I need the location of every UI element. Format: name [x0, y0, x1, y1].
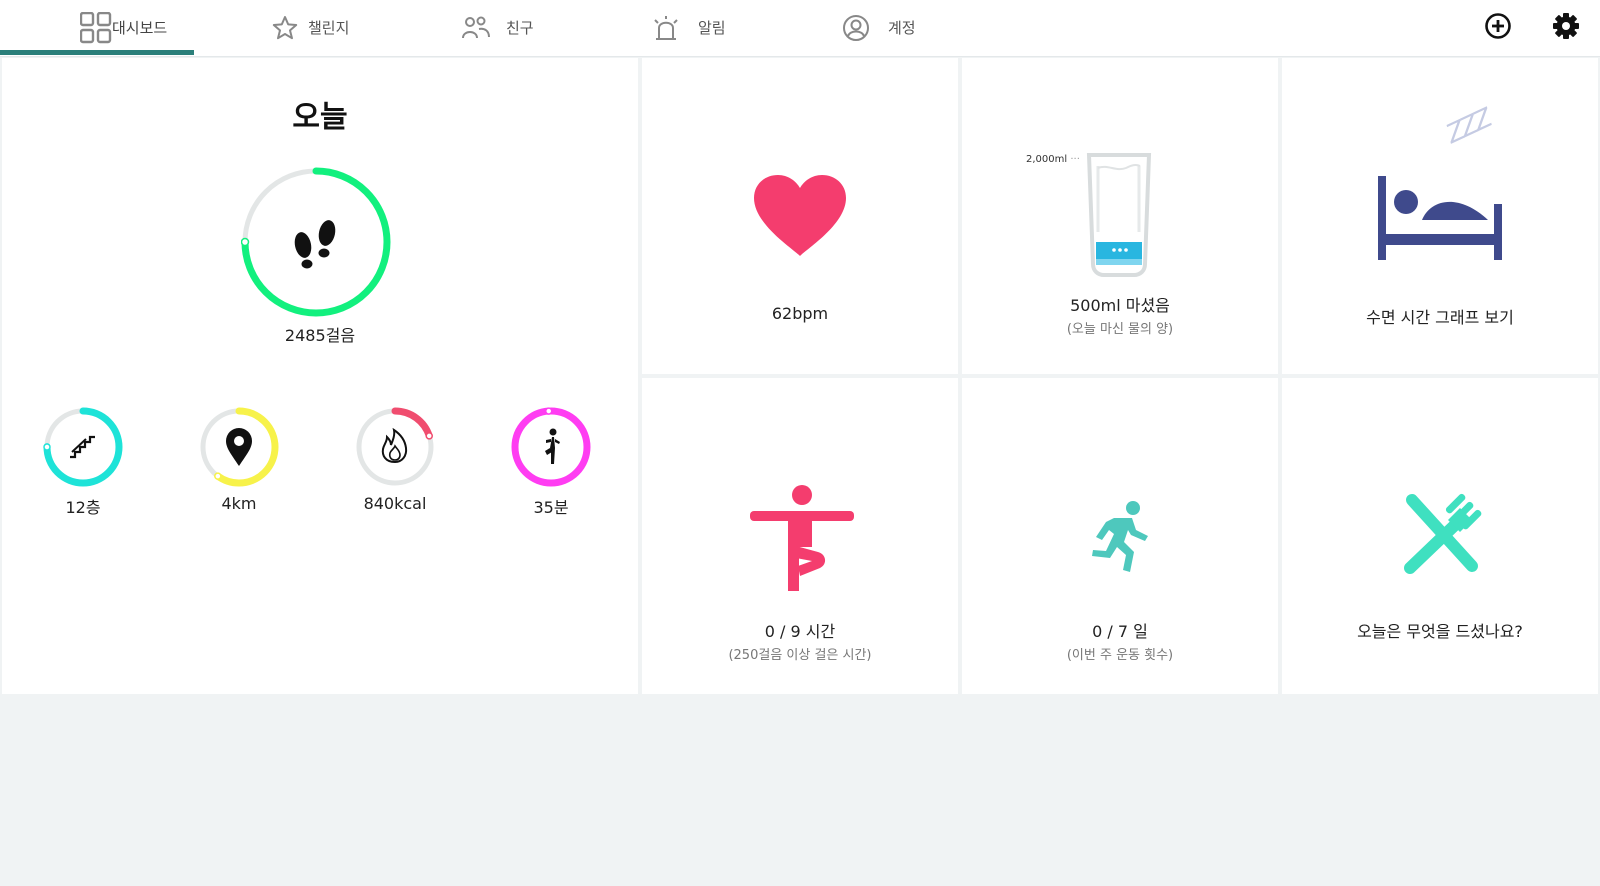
friends-icon — [462, 15, 490, 41]
zzz-text: ZZZ — [1441, 104, 1495, 150]
food-label: 오늘은 무엇을 드셨나요? — [1357, 622, 1523, 641]
exercise-days-tile[interactable]: 0 / 7 일 (이번 주 운동 횟수) — [962, 378, 1278, 694]
distance-metric[interactable]: 4km — [184, 406, 294, 513]
footprints-icon — [294, 220, 336, 269]
floors-label: 12층 — [65, 498, 101, 517]
floors-metric[interactable]: 12층 — [28, 406, 138, 518]
today-title: 오늘 — [292, 100, 348, 135]
top-navigation: 대시보드 챌린지 친구 알림 계정 — [0, 0, 1600, 57]
bed-icon — [1378, 176, 1502, 260]
heart-rate-tile[interactable]: 62bpm — [642, 58, 958, 374]
settings-button[interactable] — [1550, 12, 1582, 44]
heart-rate-label: 62bpm — [771, 304, 829, 323]
distance-label: 4km — [221, 494, 257, 513]
water-glass-icon — [1086, 153, 1152, 277]
water-tile[interactable]: 2,000ml ··· 500ml 마셨음 (오늘 마신 물의 양) — [962, 58, 1278, 374]
exercise-days-sub-label: (이번 주 운동 횟수) — [1066, 648, 1174, 663]
steps-ring[interactable] — [240, 167, 391, 321]
water-scale-label: 2,000ml ··· — [1026, 154, 1080, 165]
active-hours-sub-label: (250걸음 이상 걸은 시간) — [728, 648, 872, 663]
sleep-label: 수면 시간 그래프 보기 — [1366, 308, 1514, 327]
tab-alarm-label: 알림 — [698, 19, 726, 37]
exercise-icon — [545, 428, 560, 464]
location-pin-icon — [226, 428, 252, 466]
tab-challenge-label: 챌린지 — [308, 19, 350, 37]
cutlery-icon — [1404, 493, 1482, 574]
stairs-icon — [70, 435, 95, 459]
active-minutes-metric[interactable]: 35분 — [496, 406, 606, 518]
tab-dashboard[interactable]: 대시보드 — [80, 0, 167, 55]
account-icon — [842, 14, 870, 42]
tab-account[interactable]: 계정 — [842, 0, 916, 55]
alarm-icon — [652, 15, 680, 41]
tab-account-label: 계정 — [888, 19, 916, 37]
tree-pose-icon — [750, 485, 854, 591]
tab-friends-label: 친구 — [506, 19, 534, 37]
flame-icon — [381, 427, 408, 464]
calories-label: 840kcal — [363, 494, 427, 513]
settings-icon — [1552, 12, 1580, 44]
food-tile[interactable]: 오늘은 무엇을 드셨나요? — [1282, 378, 1598, 694]
star-icon — [272, 15, 298, 41]
tab-alarm[interactable]: 알림 — [652, 0, 726, 55]
tab-dashboard-label: 대시보드 — [112, 19, 168, 37]
water-sub-label: (오늘 마신 물의 양) — [1066, 322, 1174, 337]
active-hours-label: 0 / 9 시간 — [764, 622, 836, 641]
dashboard-icon — [80, 11, 112, 44]
active-hours-tile[interactable]: 0 / 9 시간 (250걸음 이상 걸은 시간) — [642, 378, 958, 694]
water-label: 500ml 마셨음 — [1070, 296, 1170, 315]
steps-count: 2485걸음 — [284, 326, 356, 345]
calories-metric[interactable]: 840kcal — [340, 406, 450, 513]
sleep-tile[interactable]: ZZZ 수면 시간 그래프 보기 — [1282, 58, 1598, 374]
active-tab-indicator — [0, 50, 194, 55]
today-panel: 오늘 2485걸음 12층 4km 840kcal 35분 — [2, 58, 638, 694]
tab-friends[interactable]: 친구 — [462, 0, 534, 55]
tab-challenge[interactable]: 챌린지 — [272, 0, 349, 55]
add-button[interactable] — [1482, 12, 1514, 44]
active-minutes-label: 35분 — [533, 498, 569, 517]
runner-icon — [1092, 501, 1148, 572]
heart-icon — [754, 175, 846, 256]
exercise-days-label: 0 / 7 일 — [1092, 622, 1148, 641]
add-icon — [1484, 12, 1512, 44]
